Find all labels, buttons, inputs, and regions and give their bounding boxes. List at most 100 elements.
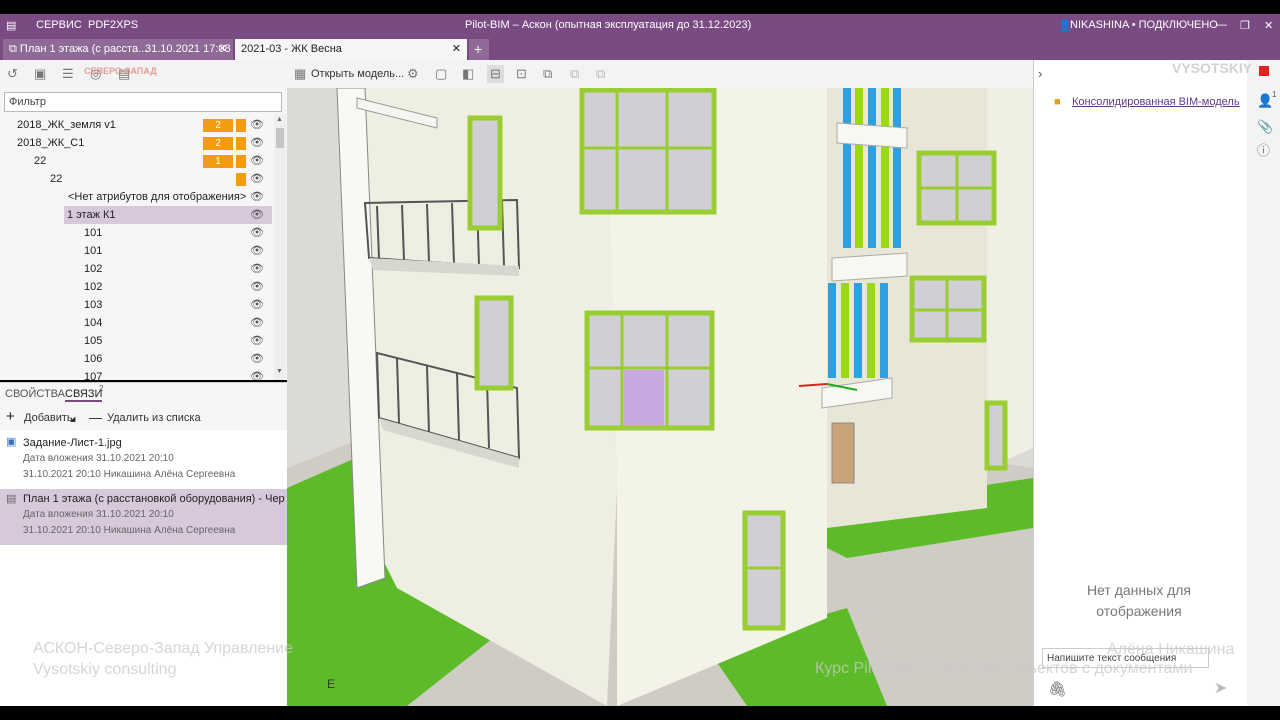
isolate-icon[interactable]: ⧉ bbox=[596, 67, 605, 81]
building-render[interactable]: Е bbox=[287, 88, 1033, 706]
count-badge: 2 bbox=[203, 137, 233, 150]
eye-icon[interactable]: 👁 bbox=[250, 242, 264, 260]
close-tab-icon[interactable]: ✕ bbox=[218, 39, 227, 60]
tab-properties[interactable]: СВОЙСТВА bbox=[5, 388, 65, 400]
eye-icon[interactable]: 👁 bbox=[250, 296, 264, 314]
add-button[interactable]: Добавить bbox=[24, 412, 73, 424]
logo-watermark: VYSOTSKIY bbox=[1172, 60, 1253, 76]
section-icon[interactable]: ◧ bbox=[462, 67, 474, 81]
dropdown-icon[interactable]: ◢ bbox=[70, 415, 75, 423]
eye-icon[interactable]: 👁 bbox=[250, 188, 264, 206]
eye-icon[interactable]: 👁 bbox=[250, 152, 264, 170]
history-icon[interactable]: ↺ bbox=[7, 67, 18, 81]
letterbox-bottom bbox=[0, 706, 1280, 720]
tree-item[interactable]: 2018_ЖК_С1 2 👁 bbox=[0, 134, 272, 152]
eye-icon[interactable]: 👁 bbox=[250, 170, 264, 188]
menu-pdf2xps[interactable]: PDF2XPS bbox=[88, 19, 138, 31]
eye-icon[interactable]: 👁 bbox=[250, 314, 264, 332]
3d-viewport[interactable]: Е bbox=[287, 88, 1033, 706]
link-name: Задание-Лист-1.jpg bbox=[23, 437, 122, 449]
layers-icon[interactable]: ☰ bbox=[62, 67, 74, 81]
remove-icon[interactable]: — bbox=[89, 410, 102, 425]
tree-item-selected[interactable]: 1 этаж К1 👁 bbox=[64, 206, 272, 224]
tree-item[interactable]: 102 👁 bbox=[0, 260, 272, 278]
tab-label: План 1 этажа (с расста... bbox=[19, 43, 148, 55]
tree-item[interactable]: 101 👁 bbox=[0, 242, 272, 260]
brand-watermark: СЕВЕРО-ЗАПАД bbox=[84, 66, 157, 76]
tree-item[interactable]: <Нет атрибутов для отображения> 👁 bbox=[0, 188, 272, 206]
open-model-button[interactable]: Открыть модель... bbox=[311, 68, 404, 80]
consolidated-model-link[interactable]: Консолидированная BIM-модель bbox=[1072, 96, 1240, 108]
tree-item[interactable]: 101 👁 bbox=[0, 224, 272, 242]
hide-icon[interactable]: ⧉ bbox=[570, 67, 579, 81]
scroll-up-icon[interactable]: ▲ bbox=[276, 116, 283, 123]
tab-links[interactable]: СВЯЗИ bbox=[65, 388, 103, 402]
tree-item[interactable]: 105 👁 bbox=[0, 332, 272, 350]
eye-icon[interactable]: 👁 bbox=[250, 368, 264, 380]
eye-icon[interactable]: 👁 bbox=[250, 260, 264, 278]
tree-item-label: 102 bbox=[84, 263, 103, 275]
tree-item[interactable]: 106 👁 bbox=[0, 350, 272, 368]
maximize-button[interactable]: ❐ bbox=[1240, 19, 1250, 32]
alert-icon[interactable] bbox=[1259, 66, 1269, 76]
watermark-consulting: Vysotskiy consulting bbox=[33, 661, 177, 678]
tree-item[interactable]: 2018_ЖК_земля v1 2 👁 bbox=[0, 116, 272, 134]
info-icon[interactable]: ⓘ bbox=[1257, 144, 1270, 158]
tree-item[interactable]: 107 👁 bbox=[0, 368, 272, 380]
remove-button[interactable]: Удалить из списка bbox=[107, 412, 201, 424]
app-menu-icon[interactable]: ▤ bbox=[6, 19, 16, 32]
chevron-right-icon[interactable]: › bbox=[1038, 66, 1042, 81]
add-icon[interactable]: + bbox=[6, 408, 15, 425]
annotate-icon[interactable]: ⊡ bbox=[516, 67, 527, 81]
tree-item-label: <Нет атрибутов для отображения> bbox=[68, 191, 247, 203]
right-toolbar: 👤 1 📎 ⓘ bbox=[1247, 60, 1280, 706]
minimize-button[interactable]: — bbox=[1216, 19, 1227, 31]
people-icon[interactable]: 👤 bbox=[1257, 94, 1273, 108]
eye-icon[interactable]: 👁 bbox=[250, 116, 264, 134]
tree-item[interactable]: 22 👁 bbox=[0, 170, 272, 188]
frame-icon[interactable]: ▣ bbox=[34, 67, 46, 81]
link-author: 31.10.2021 20:10 Никашина Алёна Сергеевн… bbox=[23, 469, 236, 480]
tree-scrollbar[interactable]: ▲ ▼ bbox=[274, 114, 286, 380]
settings-icon[interactable]: ⚙ bbox=[407, 67, 419, 81]
tab-label: 2021-03 - ЖК Весна bbox=[241, 43, 342, 55]
tree-item-label: 2018_ЖК_земля v1 bbox=[17, 119, 116, 131]
scroll-down-icon[interactable]: ▼ bbox=[276, 368, 283, 375]
close-button[interactable]: ✕ bbox=[1264, 19, 1273, 32]
measure-icon[interactable]: ⊟ bbox=[487, 65, 504, 83]
attach-icon[interactable]: 🖇 bbox=[1048, 680, 1067, 698]
eye-icon[interactable]: 👁 bbox=[250, 134, 264, 152]
export-icon[interactable]: ⧉ bbox=[543, 67, 552, 81]
tree-item-label: 1 этаж К1 bbox=[67, 209, 116, 221]
scroll-thumb[interactable] bbox=[276, 128, 284, 148]
user-status[interactable]: NIKASHINA • ПОДКЛЮЧЕНО bbox=[1070, 19, 1218, 31]
link-author: 31.10.2021 20:10 Никашина Алёна Сергеевн… bbox=[23, 525, 236, 536]
paperclip-icon[interactable]: 📎 bbox=[1257, 120, 1273, 134]
status-badge bbox=[236, 119, 246, 132]
tree-item[interactable]: 104 👁 bbox=[0, 314, 272, 332]
tree-item-label: 107 bbox=[84, 371, 103, 380]
document-icon: ⧉ bbox=[9, 43, 20, 55]
eye-icon[interactable]: 👁 bbox=[250, 206, 264, 224]
tree-item[interactable]: 102 👁 bbox=[0, 278, 272, 296]
send-icon[interactable]: ➤ bbox=[1214, 678, 1227, 698]
eye-icon[interactable]: 👁 bbox=[250, 224, 264, 242]
image-file-icon: ▣ bbox=[6, 436, 17, 448]
letterbox-top bbox=[0, 0, 1280, 14]
eye-icon[interactable]: 👁 bbox=[250, 278, 264, 296]
tab-floor-plan[interactable]: ⧉ План 1 этажа (с расста... 31.10.2021 1… bbox=[3, 39, 233, 60]
link-item-selected[interactable]: ▤ План 1 этажа (с расстановкой оборудова… bbox=[0, 489, 287, 545]
viewport-toolbar: ▦ Открыть модель... ⚙ ▢ ◧ ⊟ ⊡ ⧉ ⧉ ⧉ bbox=[287, 60, 1033, 89]
tree-item[interactable]: 22 1 👁 bbox=[0, 152, 272, 170]
filter-input[interactable]: Фильтр bbox=[4, 92, 282, 112]
close-tab-icon[interactable]: ✕ bbox=[452, 39, 461, 60]
status-badge bbox=[236, 137, 246, 150]
tab-zhk-vesna[interactable]: 2021-03 - ЖК Весна ✕ bbox=[235, 39, 467, 60]
fit-view-icon[interactable]: ▢ bbox=[435, 67, 447, 81]
menu-service[interactable]: СЕРВИС bbox=[36, 19, 82, 31]
tree-item[interactable]: 103 👁 bbox=[0, 296, 272, 314]
link-item[interactable]: ▣ Задание-Лист-1.jpg Дата вложения 31.10… bbox=[0, 432, 287, 488]
eye-icon[interactable]: 👁 bbox=[250, 350, 264, 368]
eye-icon[interactable]: 👁 bbox=[250, 332, 264, 350]
new-tab-button[interactable]: + bbox=[469, 39, 489, 60]
